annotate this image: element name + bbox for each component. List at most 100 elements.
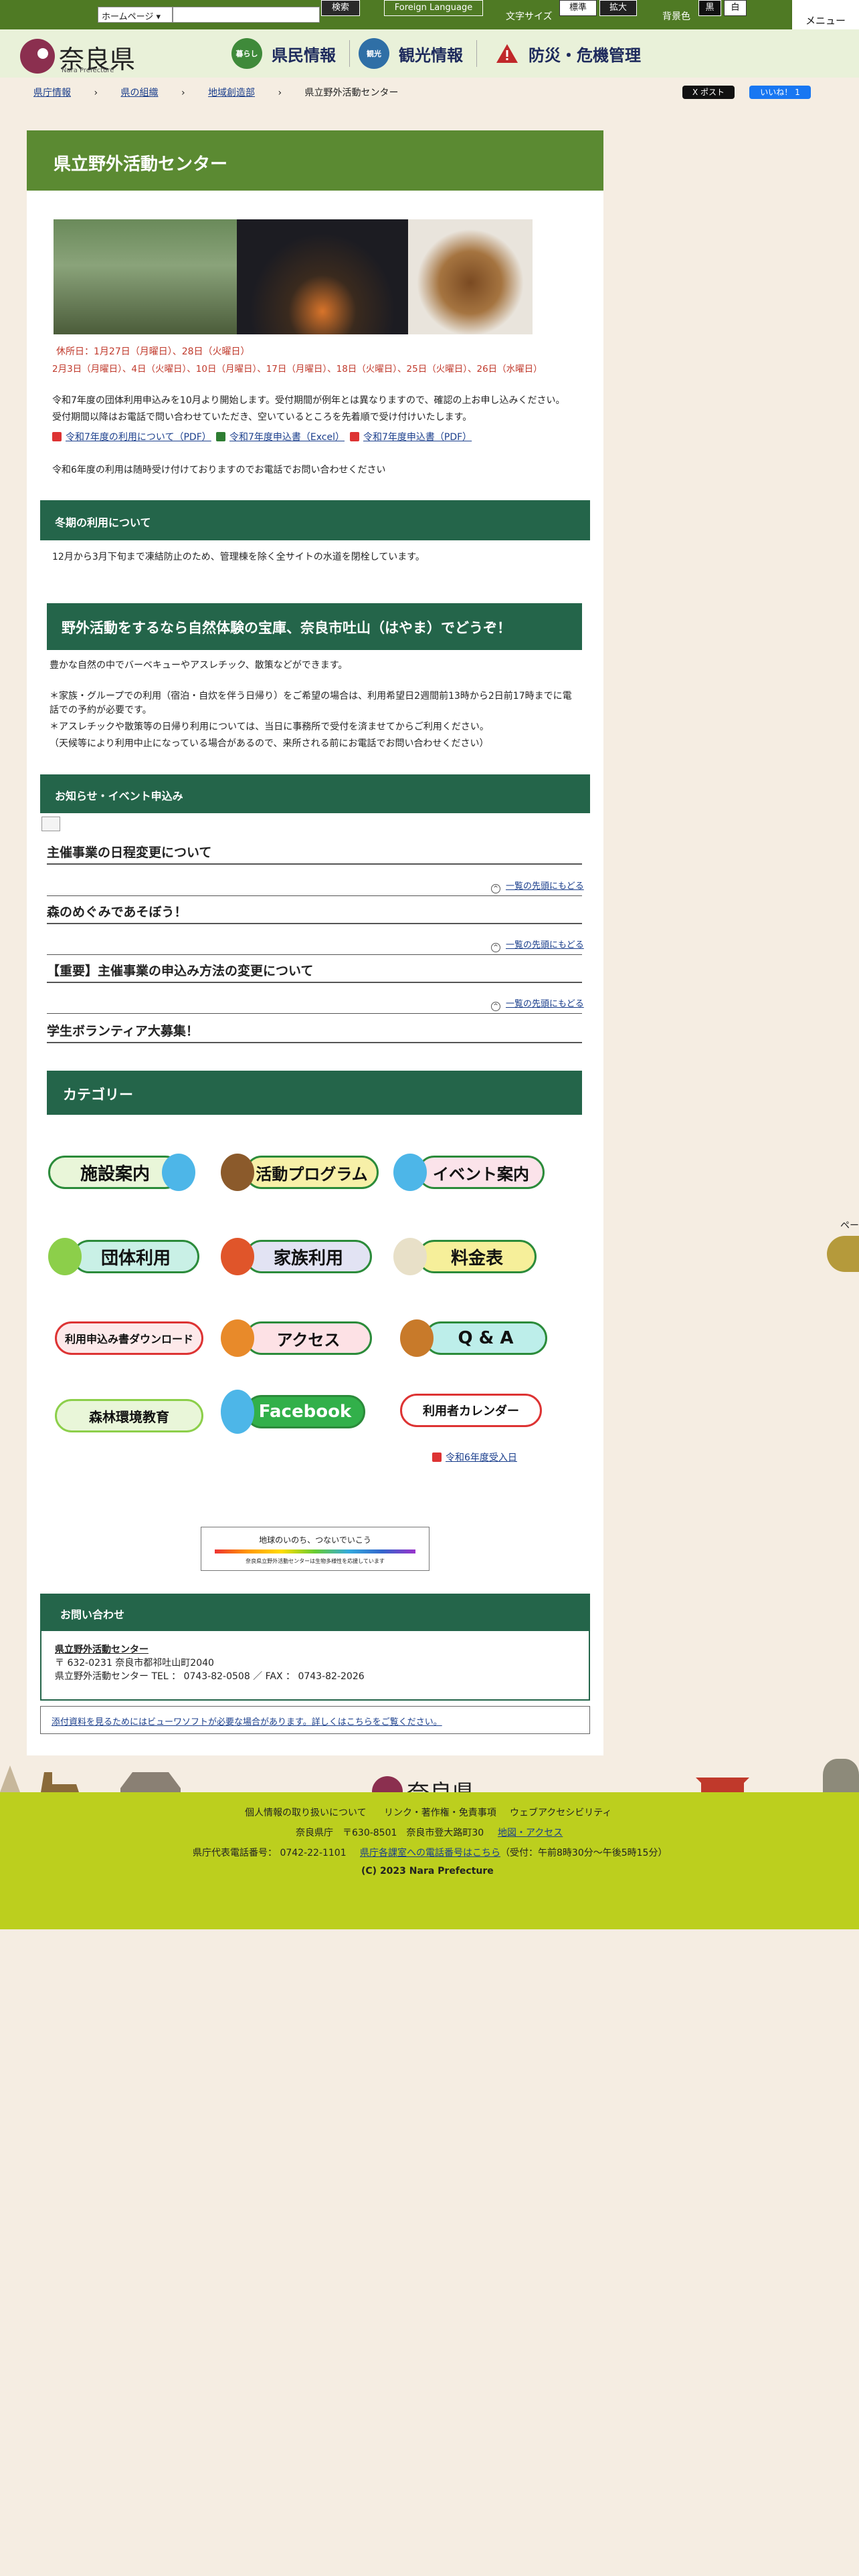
- news-item[interactable]: 【重要】主催事業の申込み方法の変更について: [47, 961, 313, 979]
- category-calendar[interactable]: 利用者カレンダー: [400, 1388, 542, 1433]
- nav-divider: [349, 40, 350, 67]
- nav-divider: [476, 40, 477, 67]
- top-bar: ホームページ ▾ 検索 Foreign Language 文字サイズ 標準 拡大…: [0, 0, 859, 29]
- category-label: 活動プログラム: [245, 1156, 379, 1189]
- nav-kenmin[interactable]: 暮らし 県民情報: [231, 37, 336, 70]
- category-family[interactable]: 家族利用: [221, 1234, 372, 1279]
- promo-text: （天候等により利用中止になっている場合があるので、来所される前にお電話でお問い合…: [50, 738, 489, 749]
- mascot-icon: [221, 1154, 254, 1191]
- search-button[interactable]: 検索: [321, 0, 360, 16]
- campfire-photo: [237, 219, 408, 334]
- notice-text: 受付期間以降はお電話で問い合わせていただき、空いているところを先着順で受け付けい…: [52, 412, 472, 423]
- link-text[interactable]: 令和7年度申込書（PDF）: [363, 432, 472, 443]
- font-standard-button[interactable]: 標準: [559, 0, 597, 16]
- living-icon: 暮らし: [231, 38, 262, 69]
- category-label: 利用申込み書ダウンロード: [55, 1321, 203, 1355]
- nav-kenmin-label: 県民情報: [272, 45, 336, 65]
- category-download[interactable]: 利用申込み書ダウンロード: [55, 1315, 203, 1361]
- category-label: 家族利用: [245, 1240, 372, 1273]
- download-link-excel[interactable]: 令和7年度申込書（Excel）: [216, 430, 345, 443]
- back-to-top-link[interactable]: ^ 一覧の先頭にもどる: [491, 996, 584, 1011]
- nav-bousai[interactable]: 防災・危機管理: [495, 37, 641, 70]
- category-forest-education[interactable]: 森林環境教育: [55, 1393, 203, 1438]
- back-to-top-link[interactable]: ^ 一覧の先頭にもどる: [491, 879, 584, 893]
- maple-leaf-icon: [221, 1238, 254, 1275]
- logo-mark-icon: [20, 39, 55, 74]
- viewer-link[interactable]: 添付資料を見るためにはビューワソフトが必要な場合があります。詳しくはこちらをご覧…: [52, 1717, 442, 1727]
- breadcrumb-item[interactable]: 地域創造部: [208, 88, 255, 98]
- mascot-icon: [221, 1390, 254, 1434]
- divider: [47, 895, 582, 896]
- notice-text: 令和7年度の団体利用申込みを10月より開始します。受付期間が例年とは異なりますの…: [52, 395, 565, 406]
- list-toggle-icon[interactable]: [41, 817, 60, 831]
- mascot-icon: [48, 1238, 82, 1275]
- viewer-notice: 添付資料を見るためにはビューワソフトが必要な場合があります。詳しくはこちらをご覧…: [40, 1706, 590, 1734]
- footer-map-link[interactable]: 地図・アクセス: [498, 1826, 563, 1839]
- download-link-pdf[interactable]: 令和7年度申込書（PDF）: [350, 430, 472, 443]
- link-text[interactable]: 一覧の先頭にもどる: [506, 940, 584, 950]
- x-post-button[interactable]: X ポスト: [682, 86, 735, 99]
- footer-link[interactable]: ウェブアクセシビリティ: [510, 1806, 611, 1819]
- breadcrumb: 県庁情報 › 県の組織 › 地域創造部 › 県立野外活動センター: [33, 86, 419, 99]
- biodiversity-banner[interactable]: 地球のいのち、つないでいこう 奈良県立野外活動センターは生物多様性を応援していま…: [201, 1527, 430, 1571]
- category-program[interactable]: 活動プログラム: [221, 1150, 379, 1195]
- news-item[interactable]: 森のめぐみであそぼう！: [47, 902, 187, 920]
- breadcrumb-item[interactable]: 県庁情報: [33, 88, 71, 98]
- warning-icon: [496, 44, 518, 63]
- calendar-pdf-link[interactable]: 令和6年度受入日: [432, 1451, 517, 1464]
- footer-phone-link[interactable]: 県庁各課室への電話番号はこちら: [360, 1846, 500, 1859]
- nav-kanko[interactable]: 観光 観光情報: [359, 37, 463, 70]
- facebook-like-button[interactable]: いいね！ 1: [749, 86, 811, 99]
- category-label: Q & A: [424, 1321, 547, 1355]
- bg-black-button[interactable]: 黒: [698, 0, 721, 16]
- page-top-button[interactable]: [827, 1236, 859, 1272]
- news-item[interactable]: 主催事業の日程変更について: [47, 843, 211, 861]
- link-text[interactable]: 令和7年度の利用について（PDF）: [66, 432, 211, 443]
- site-select-value: ホームページ: [102, 12, 154, 22]
- category-facility[interactable]: 施設案内: [48, 1150, 195, 1195]
- link-text[interactable]: 一覧の先頭にもどる: [506, 881, 584, 891]
- search-input[interactable]: [173, 7, 320, 23]
- category-qa[interactable]: Q & A: [400, 1315, 547, 1361]
- divider: [47, 954, 582, 955]
- footer-tel: 県庁代表電話番号： 0742-22-1101: [193, 1848, 347, 1858]
- category-fees[interactable]: 料金表: [393, 1234, 537, 1279]
- link-text[interactable]: 令和7年度申込書（Excel）: [229, 432, 345, 443]
- link-text[interactable]: 令和6年度受入日: [446, 1453, 517, 1463]
- group-photo: [54, 219, 237, 334]
- footer-hours: （受付：午前8時30分～午後5時15分）: [500, 1848, 668, 1858]
- footer-link[interactable]: リンク・著作権・免責事項: [384, 1806, 496, 1819]
- mascot-icon: [393, 1238, 427, 1275]
- winter-text: 12月から3月下旬まで凍結防止のため、管理棟を除く全サイトの水道を閉栓しています…: [52, 552, 425, 562]
- pdf-icon: [52, 432, 62, 441]
- foreign-language-button[interactable]: Foreign Language: [384, 0, 483, 16]
- nav-kanko-label: 観光情報: [399, 45, 463, 65]
- category-event[interactable]: イベント案内: [393, 1150, 545, 1195]
- footer: 個人情報の取り扱いについて リンク・著作権・免責事項 ウェブアクセシビリティ 奈…: [0, 1792, 859, 1929]
- link-text[interactable]: 一覧の先頭にもどる: [506, 999, 584, 1009]
- logo-subtitle: Nara Prefecture: [62, 67, 114, 74]
- category-facebook[interactable]: Facebook: [221, 1385, 365, 1438]
- back-to-top-link[interactable]: ^ 一覧の先頭にもどる: [491, 938, 584, 952]
- footer-address: 奈良県庁 〒630-8501 奈良市登大路町30: [296, 1828, 484, 1838]
- breadcrumb-item[interactable]: 県の組織: [121, 88, 159, 98]
- up-arrow-icon: ^: [491, 1002, 500, 1011]
- contact-box: 県立野外活動センター 〒 632-0231 奈良市都祁吐山町2040 県立野外活…: [40, 1631, 590, 1701]
- category-label: アクセス: [245, 1321, 372, 1355]
- category-label: 団体利用: [72, 1240, 199, 1273]
- bg-color-label: 背景色: [662, 11, 690, 22]
- rainbow-stripe: [215, 1549, 415, 1553]
- download-link-pdf[interactable]: 令和7年度の利用について（PDF）: [52, 430, 211, 443]
- category-access[interactable]: アクセス: [221, 1315, 372, 1361]
- copyright: (C) 2023 Nara Prefecture: [361, 1866, 494, 1876]
- category-group[interactable]: 団体利用: [48, 1234, 199, 1279]
- main-content: 県立野外活動センター 休所日：1月27日（月曜日）、28日（火曜日） 2月3日（…: [27, 130, 603, 1755]
- footer-link[interactable]: 個人情報の取り扱いについて: [245, 1806, 367, 1819]
- category-label: 森林環境教育: [55, 1399, 203, 1432]
- font-large-button[interactable]: 拡大: [599, 0, 637, 16]
- bg-white-button[interactable]: 白: [724, 0, 747, 16]
- site-select[interactable]: ホームページ ▾: [98, 7, 173, 23]
- pdf-icon: [350, 432, 359, 441]
- news-item[interactable]: 学生ボランティア大募集！: [47, 1021, 199, 1039]
- mascot-icon: [400, 1319, 434, 1357]
